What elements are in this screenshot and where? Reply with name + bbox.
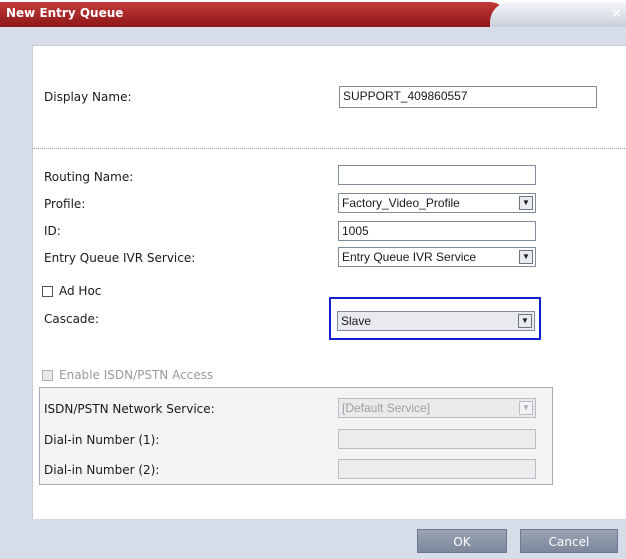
new-entry-queue-dialog: New Entry Queue ✕ Display Name: SUPPORT_…: [0, 0, 626, 559]
profile-label: Profile:: [44, 197, 86, 211]
ad-hoc-label: Ad Hoc: [59, 284, 102, 298]
ivr-service-value: Entry Queue IVR Service: [342, 250, 477, 264]
dialin-2-label: Dial-in Number (2):: [44, 463, 160, 477]
cascade-value: Slave: [341, 314, 372, 328]
cascade-select[interactable]: Slave ▼: [337, 311, 535, 331]
title-tab: New Entry Queue: [0, 2, 508, 27]
dialin-2-field[interactable]: [338, 459, 536, 479]
dialin-1-label: Dial-in Number (1):: [44, 433, 160, 447]
display-name-field[interactable]: SUPPORT_409860557: [339, 86, 597, 108]
display-name-label: Display Name:: [44, 90, 132, 104]
chevron-down-icon[interactable]: ▼: [519, 196, 533, 210]
routing-name-field[interactable]: [338, 165, 536, 185]
profile-select[interactable]: Factory_Video_Profile ▼: [338, 193, 536, 213]
ivr-service-select[interactable]: Entry Queue IVR Service ▼: [338, 247, 536, 267]
dialin-1-field[interactable]: [338, 429, 536, 449]
routing-name-label: Routing Name:: [44, 170, 134, 184]
id-label: ID:: [44, 224, 61, 238]
network-service-value: [Default Service]: [342, 401, 431, 415]
id-field[interactable]: 1005: [338, 221, 536, 241]
chevron-down-icon[interactable]: ▼: [519, 401, 533, 415]
network-service-select[interactable]: [Default Service] ▼: [338, 398, 536, 418]
chevron-down-icon[interactable]: ▼: [519, 250, 533, 264]
form-panel: Display Name: SUPPORT_409860557 Routing …: [32, 45, 626, 519]
enable-isdn-label: Enable ISDN/PSTN Access: [59, 368, 214, 382]
cascade-label: Cascade:: [44, 312, 99, 326]
chevron-down-icon[interactable]: ▼: [518, 314, 532, 328]
close-icon[interactable]: ✕: [611, 7, 622, 22]
title-bar: New Entry Queue ✕: [0, 0, 626, 27]
profile-value: Factory_Video_Profile: [342, 196, 460, 210]
section-divider: [33, 148, 626, 149]
ok-button[interactable]: OK: [417, 529, 507, 553]
network-service-label: ISDN/PSTN Network Service:: [44, 402, 215, 416]
cancel-button[interactable]: Cancel: [520, 529, 618, 553]
enable-isdn-checkbox[interactable]: [42, 370, 53, 381]
ad-hoc-checkbox[interactable]: [42, 286, 53, 297]
ivr-service-label: Entry Queue IVR Service:: [44, 251, 196, 265]
title-bar-right: ✕: [490, 2, 626, 27]
dialog-title: New Entry Queue: [6, 6, 124, 20]
